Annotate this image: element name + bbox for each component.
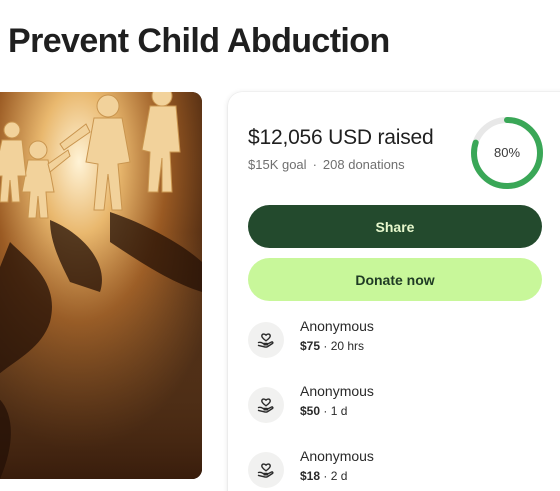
progress-label: 80% [493, 145, 521, 160]
donation-item: Anonymous $18 · 2 d [248, 448, 548, 491]
progress-ring: 80% [468, 114, 546, 192]
donation-card: $12,056 USD raised $15K goal · 208 donatio… [228, 92, 560, 491]
donation-amount: $50 [300, 404, 321, 418]
paper-family-cutout-image [0, 92, 202, 479]
share-button[interactable]: Share [248, 205, 542, 248]
donation-detail: $18 · 2 d [300, 469, 347, 483]
donate-now-button[interactable]: Donate now [248, 258, 542, 301]
donation-detail: $75 · 20 hrs [300, 339, 364, 353]
donation-amount: $75 [300, 339, 321, 353]
donation-count: 208 donations [322, 157, 405, 172]
donation-time: · 2 d [320, 469, 348, 483]
fundraiser-page: Prevent Child Abduction $12,056 USD rais… [0, 0, 560, 491]
heart-hand-icon [248, 322, 284, 358]
separator-dot: · [312, 157, 317, 172]
goal-text: $15K goal [248, 157, 307, 172]
donation-item: Anonymous $75 · 20 hrs [248, 318, 548, 368]
donor-name: Anonymous [300, 448, 374, 464]
donation-time: · 20 hrs [320, 339, 365, 353]
heart-hand-icon [248, 387, 284, 423]
campaign-photo [0, 92, 202, 479]
donor-name: Anonymous [300, 318, 374, 334]
donation-item: Anonymous $50 · 1 d [248, 383, 548, 433]
page-title: Prevent Child Abduction [8, 22, 390, 60]
donation-amount: $18 [300, 469, 321, 483]
heart-hand-icon [248, 452, 284, 488]
goal-and-count: $15K goal · 208 donations [248, 157, 405, 172]
donor-name: Anonymous [300, 383, 374, 399]
amount-raised: $12,056 USD raised [248, 126, 434, 149]
donation-detail: $50 · 1 d [300, 404, 347, 418]
donation-time: · 1 d [320, 404, 348, 418]
